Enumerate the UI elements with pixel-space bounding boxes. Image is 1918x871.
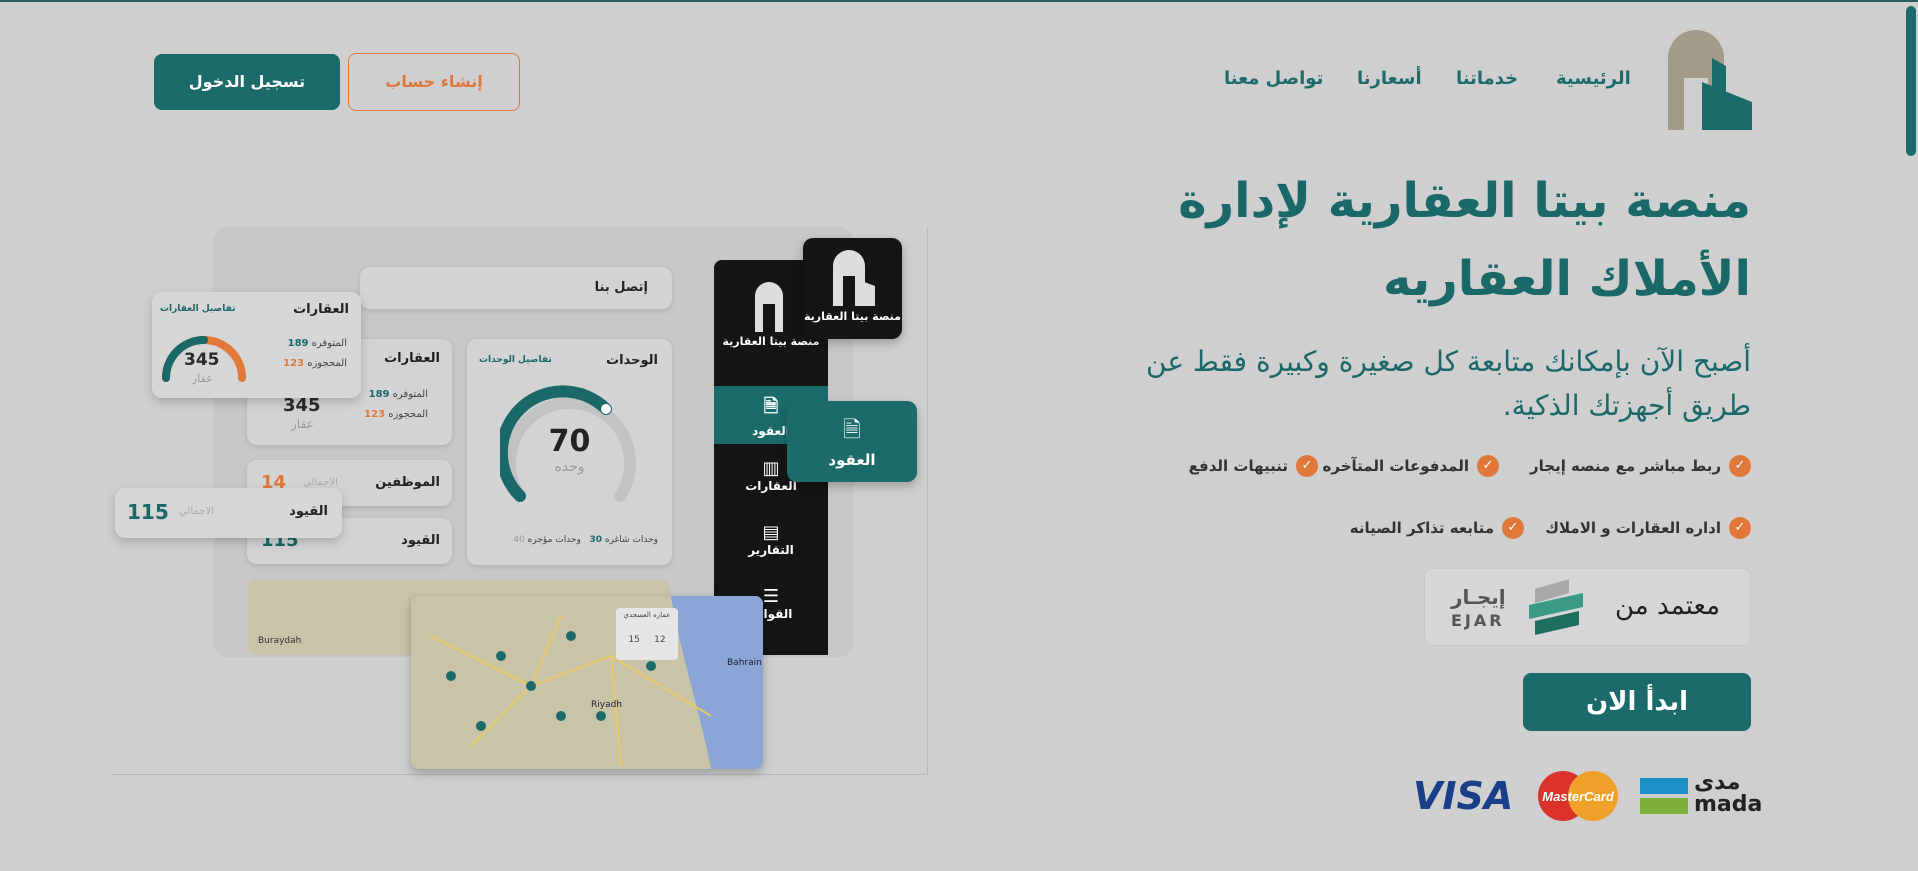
hero-title-line-1: منصة بيتا العقارية لإدارة [1178, 173, 1751, 229]
building-logo-icon[interactable] [1668, 30, 1752, 130]
feature-item: ✓ اداره العقارات و الاملاك [1545, 517, 1751, 539]
hero-subtitle-line-1: أصبح الآن بإمكانك متابعة كل صغيرة وكبيرة… [1146, 345, 1751, 378]
properties-float-unit: عقار [192, 372, 213, 385]
units-count: 70 [548, 424, 591, 459]
scrollbar-thumb[interactable] [1906, 6, 1916, 156]
entries-float-card: القيود 115 الاجمالي [115, 488, 342, 538]
visa-logo: VISA [1413, 774, 1514, 818]
mada-en-text: mada [1694, 792, 1763, 817]
map-popup-values: 15 12 [616, 635, 678, 645]
feature-label: ربط مباشر مع منصه إيجار [1529, 457, 1721, 475]
ejar-label: معتمد من [1615, 591, 1720, 621]
check-icon: ✓ [1502, 517, 1524, 539]
units-title: الوحدات [606, 353, 658, 368]
map-float: Bahrain Riyadh عماره العسجدي 15 12 [411, 596, 763, 769]
nav-services[interactable]: خدماتنا [1456, 68, 1518, 89]
feature-item: ✓ المدفوعات المتآخره [1323, 455, 1499, 477]
mastercard-logo: MasterCard [1538, 771, 1618, 821]
booked-label: المحجوزه [388, 409, 428, 420]
map-popup: عماره العسجدي 15 12 [616, 608, 678, 660]
login-button[interactable]: تسجيل الدخول [154, 54, 340, 110]
contracts-float-tab[interactable]: 🗎 العقود [787, 401, 917, 482]
building-logo-icon [755, 282, 783, 332]
units-details-link[interactable]: تفاصيل الوحدات [479, 355, 552, 365]
check-icon: ✓ [1729, 455, 1751, 477]
map-popup-value-a: 15 [628, 635, 640, 645]
properties-float-title: العقارات [293, 302, 349, 317]
available-label: المتوفره [392, 389, 428, 400]
float-available-label: المتوفره [311, 338, 347, 349]
building-logo-icon [832, 250, 875, 306]
properties-title: العقارات [384, 351, 440, 366]
entries-float-value: 115 [127, 500, 169, 524]
rented-label: وحدات مؤجره [527, 535, 581, 545]
map-label-bahrain: Bahrain [727, 658, 762, 668]
document-icon: 🗎 [843, 418, 861, 443]
entries-title: القيود [401, 533, 440, 548]
entries-float-title: القيود [289, 504, 328, 519]
vacant-label: وحدات شاغره [604, 535, 658, 545]
contact-bar: إتصل بنا [360, 267, 672, 309]
contracts-float-label: العقود [828, 451, 876, 469]
ejar-logo-ar: إيجـار [1451, 585, 1506, 609]
available-value: 189 [368, 389, 390, 400]
feature-label: تنبيهات الدفع [1188, 457, 1288, 475]
properties-float-card: العقارات تفاصيل العقارات 345 عقار المتوف… [152, 292, 361, 398]
hero-subtitle: أصبح الآن بإمكانك متابعة كل صغيرة وكبيرة… [1011, 340, 1751, 428]
units-unit: وحده [554, 459, 585, 475]
map-label-riyadh: Riyadh [591, 700, 623, 710]
feature-item: ✓ ربط مباشر مع منصه إيجار [1530, 455, 1751, 477]
nav-home[interactable]: الرئيسية [1556, 68, 1631, 89]
properties-float-total: 345 [184, 350, 220, 370]
vacant-value: 30 [589, 535, 602, 545]
check-icon: ✓ [1477, 455, 1499, 477]
booked-value: 123 [364, 409, 386, 420]
float-booked-label: المحجوزه [307, 358, 347, 369]
hero-subtitle-line-2: طريق أجهزتك الذكية. [1502, 389, 1751, 422]
feature-item: ✓ متابعه تذاكر الصيانه [1350, 517, 1524, 539]
contact-tab-label: إتصل بنا [594, 280, 648, 295]
ejar-logo-en: EJAR [1451, 611, 1505, 630]
mastercard-logo-text: MasterCard [1542, 789, 1615, 804]
entries-float-label: الاجمالي [179, 506, 214, 517]
properties-unit: عقار [291, 417, 314, 431]
map-label-buraydah: Buraydah [258, 636, 302, 646]
hero-title: منصة بيتا العقارية لإدارة الأملاك العقار… [991, 162, 1751, 318]
employees-title: الموظفين [375, 475, 440, 490]
feature-label: المدفوعات المتآخره [1322, 457, 1469, 475]
properties-details-link[interactable]: تفاصيل العقارات [160, 304, 236, 314]
map-popup-title: عماره العسجدي [623, 611, 671, 619]
rented-value: 40 [513, 535, 525, 545]
ejar-certified-badge: معتمد من إيجـار EJAR [1424, 568, 1751, 646]
hero-title-line-2: الأملاك العقاريه [1383, 251, 1751, 307]
float-booked-value: 123 [283, 358, 305, 369]
check-icon: ✓ [1729, 517, 1751, 539]
nav-contact[interactable]: تواصل معنا [1224, 68, 1323, 89]
sidebar-item-label: التقارير [748, 543, 794, 557]
properties-booked: المحجوزه 123 [364, 409, 428, 420]
properties-available: المتوفره 189 [369, 389, 428, 400]
brand-float-label: منصة بيتا العقارية [803, 310, 901, 323]
units-legend: وحدات شاغره 30 وحدات مؤجره 40 [513, 535, 658, 545]
ejar-mark-icon [1529, 579, 1583, 635]
properties-total: 345 [283, 395, 321, 416]
employees-total-label: الاجمالي [303, 477, 338, 488]
report-icon: ▤ [762, 522, 780, 543]
check-icon: ✓ [1296, 455, 1318, 477]
map-roads-icon [430, 596, 763, 769]
brand-float-card: منصة بيتا العقارية [803, 238, 902, 339]
units-card: الوحدات تفاصيل الوحدات 70 وحده وحدات شاغ… [467, 339, 672, 565]
properties-float-booked: المحجوزه 123 [283, 358, 347, 369]
register-button[interactable]: إنشاء حساب [348, 53, 520, 111]
feature-label: متابعه تذاكر الصيانه [1349, 519, 1494, 537]
sidebar-item-reports[interactable]: ▤ التقارير [714, 522, 828, 557]
feature-label: اداره العقارات و الاملاك [1545, 519, 1721, 537]
start-now-button[interactable]: ابدأ الان [1523, 673, 1751, 731]
map-popup-value-b: 12 [654, 635, 666, 645]
float-available-value: 189 [287, 338, 309, 349]
nav-pricing[interactable]: أسعارنا [1357, 68, 1422, 89]
ejar-logo: إيجـار EJAR [1451, 577, 1601, 639]
feature-item: ✓ تنبيهات الدفع [1189, 455, 1318, 477]
properties-float-available: المتوفره 189 [288, 338, 347, 349]
